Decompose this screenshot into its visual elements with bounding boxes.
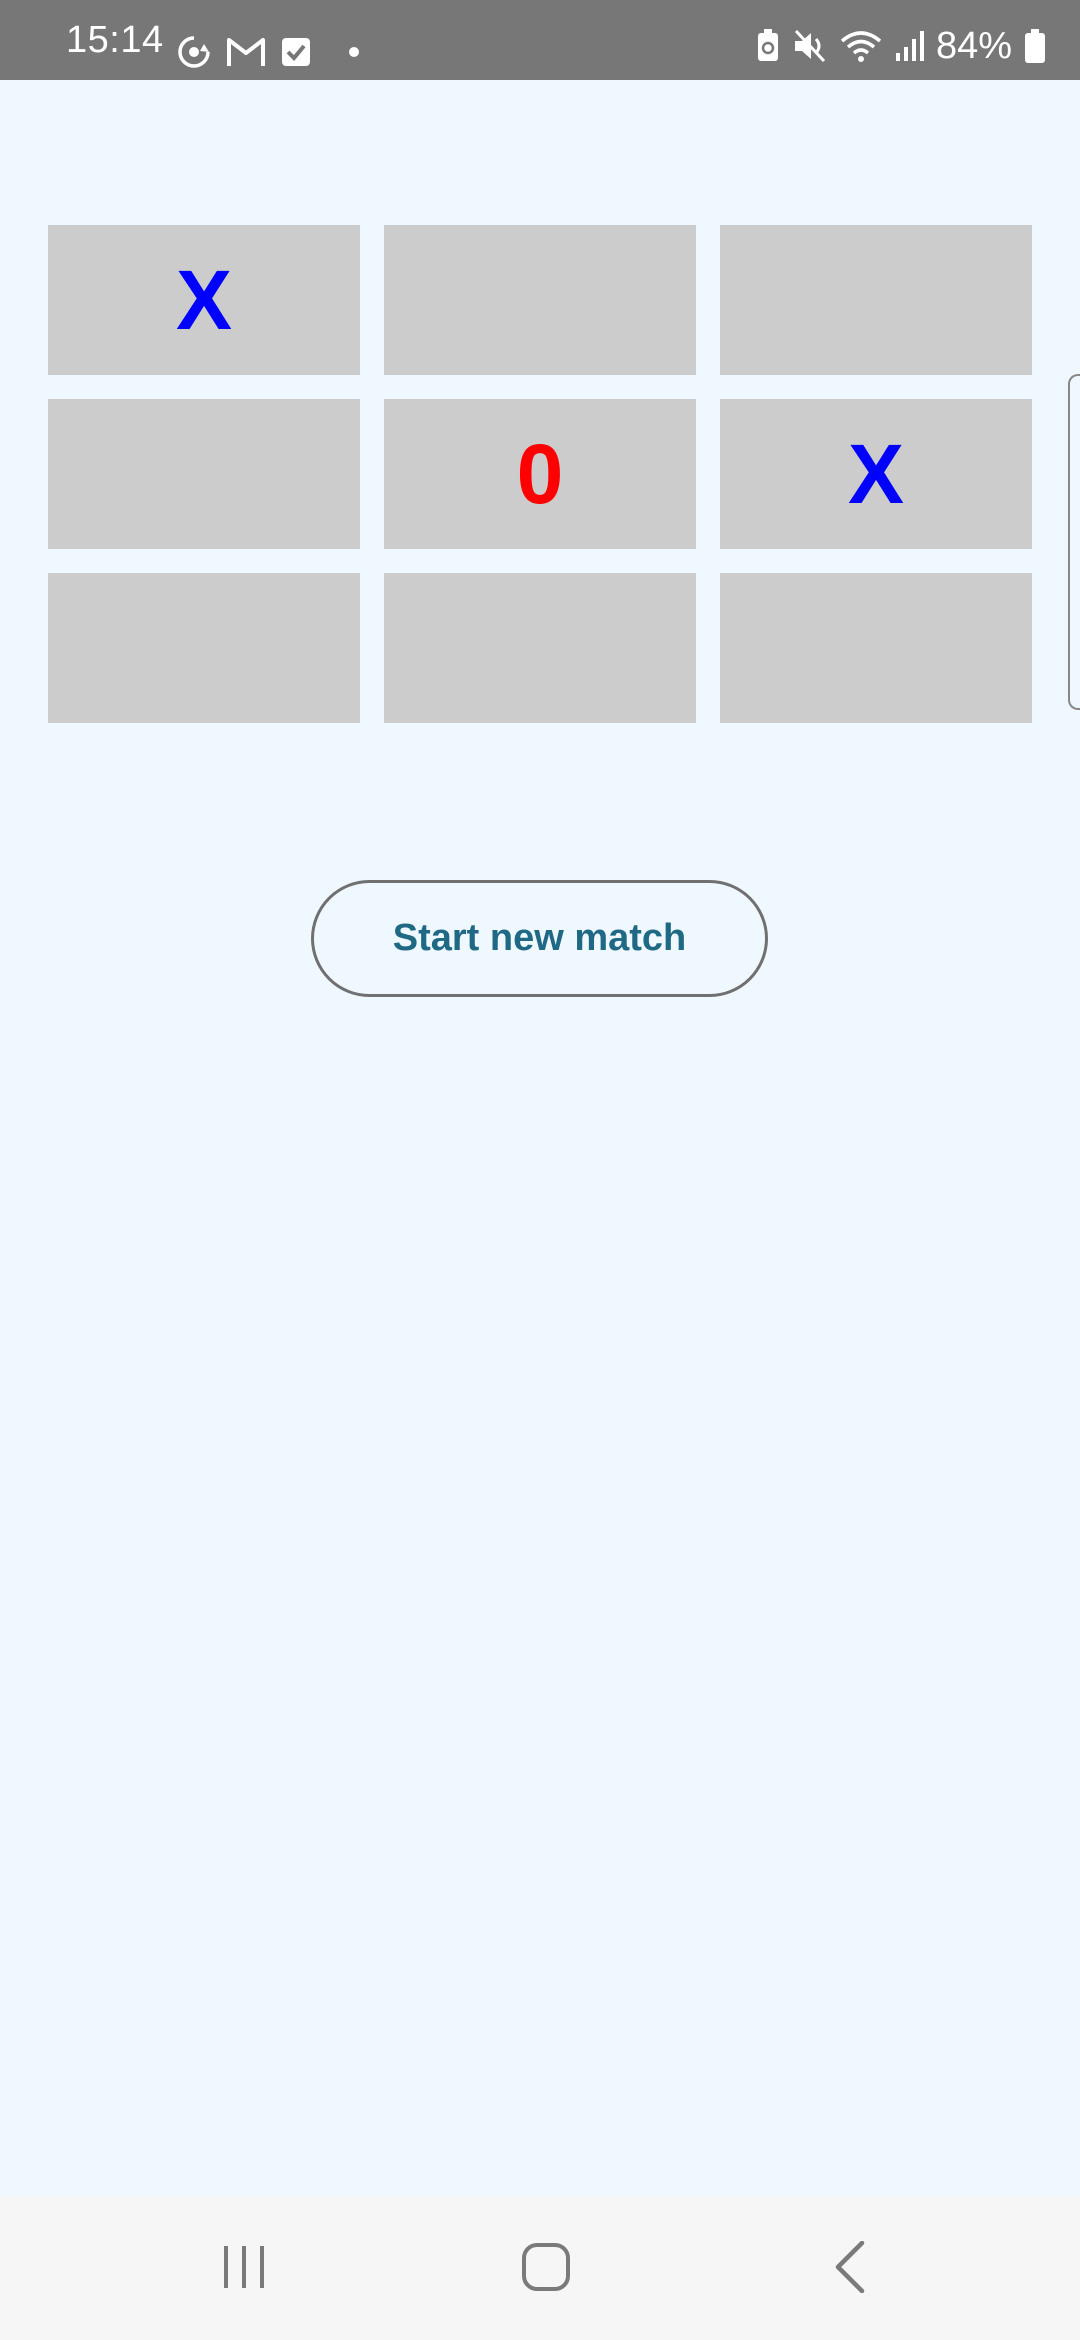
board-cell-4[interactable] bbox=[48, 399, 360, 549]
cell-mark: X bbox=[847, 427, 905, 521]
signal-icon bbox=[894, 29, 924, 63]
home-button[interactable] bbox=[506, 2232, 586, 2302]
sync-icon bbox=[176, 34, 212, 70]
board-cell-7[interactable] bbox=[48, 573, 360, 723]
dot-icon bbox=[348, 46, 360, 58]
recent-apps-button[interactable] bbox=[204, 2232, 284, 2302]
board-cell-5[interactable]: 0 bbox=[384, 399, 696, 549]
recent-apps-icon bbox=[219, 2242, 269, 2292]
checkbox-icon bbox=[280, 36, 312, 68]
gmail-icon bbox=[226, 36, 266, 68]
battery-icon bbox=[1024, 29, 1046, 63]
back-icon bbox=[832, 2241, 868, 2293]
board-cell-6[interactable]: X bbox=[720, 399, 1032, 549]
cell-mark: X bbox=[175, 253, 233, 347]
navigation-bar bbox=[0, 2196, 1080, 2340]
battery-saver-icon bbox=[756, 29, 780, 63]
board-cell-2[interactable] bbox=[384, 225, 696, 375]
board-cell-8[interactable] bbox=[384, 573, 696, 723]
back-button[interactable] bbox=[810, 2232, 890, 2302]
wifi-icon bbox=[840, 29, 882, 63]
cell-mark: 0 bbox=[516, 427, 564, 521]
mute-icon bbox=[792, 29, 828, 63]
board-cell-3[interactable] bbox=[720, 225, 1032, 375]
notification-icons bbox=[176, 30, 360, 74]
status-bar: 15:14 84% bbox=[0, 0, 1080, 80]
battery-percent: 84% bbox=[935, 25, 1012, 67]
status-time: 15:14 bbox=[66, 19, 164, 61]
start-new-match-button[interactable]: Start new match bbox=[311, 880, 768, 997]
board-cell-1[interactable]: X bbox=[48, 225, 360, 375]
edge-panel-handle[interactable] bbox=[1068, 374, 1080, 710]
home-icon bbox=[521, 2242, 571, 2292]
system-icons: 84% bbox=[756, 24, 1046, 68]
game-board: X 0 X bbox=[48, 225, 1032, 723]
board-cell-9[interactable] bbox=[720, 573, 1032, 723]
